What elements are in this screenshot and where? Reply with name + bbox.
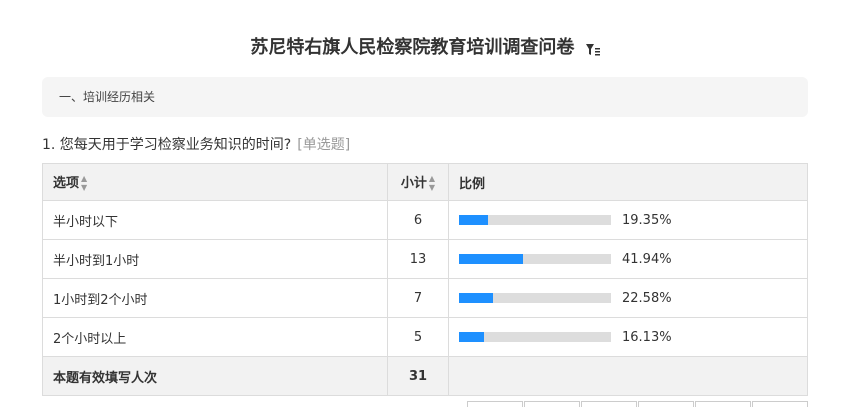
table-header-row: 选项 ▲ ▼ 小计 ▲ ▼ 比例 [42, 163, 808, 201]
question-text: 1. 您每天用于学习检察业务知识的时间? [42, 137, 292, 153]
sort-icon[interactable]: ▲ ▼ [81, 174, 87, 192]
percent-label: 41.94% [622, 251, 672, 267]
section-heading: 一、培训经历相关 [42, 77, 808, 117]
ratio-cell: 19.35% [448, 200, 808, 240]
ratio-cell: 16.13% [448, 317, 808, 357]
chart-type-tabs [467, 401, 809, 407]
option-column-header[interactable]: 选项 ▲ ▼ [42, 163, 388, 201]
total-label: 本题有效填写人次 [42, 356, 388, 396]
percent-label: 22.58% [622, 290, 672, 306]
progress-bar-track [459, 332, 611, 342]
percent-label: 19.35% [622, 212, 672, 228]
results-table: 选项 ▲ ▼ 小计 ▲ ▼ 比例 半小时以下 6 19.35% 半小时到1小时 … [42, 163, 808, 396]
progress-bar-track [459, 293, 611, 303]
survey-header: 苏尼特右旗人民检察院教育培训调查问卷 [0, 33, 851, 59]
count-cell: 13 [387, 239, 449, 279]
ratio-cell: 41.94% [448, 239, 808, 279]
chart-tab[interactable] [752, 401, 808, 407]
section-label: 一、培训经历相关 [59, 90, 156, 104]
chart-tab[interactable] [524, 401, 580, 407]
question-title: 1. 您每天用于学习检察业务知识的时间? [单选题] [42, 134, 350, 154]
progress-bar-track [459, 215, 611, 225]
ratio-header-label: 比例 [459, 176, 486, 192]
progress-bar-fill [459, 215, 489, 225]
count-header-label: 小计 [400, 175, 427, 191]
option-cell: 半小时以下 [42, 200, 388, 240]
chart-tab[interactable] [695, 401, 751, 407]
survey-report-page: 苏尼特右旗人民检察院教育培训调查问卷 一、培训经历相关 1. 您每天用于学习检察… [0, 0, 851, 407]
table-row: 2个小时以上 5 16.13% [42, 317, 808, 357]
table-row: 半小时到1小时 13 41.94% [42, 239, 808, 279]
chart-tab[interactable] [638, 401, 694, 407]
count-cell: 5 [387, 317, 449, 357]
progress-bar-fill [459, 254, 523, 264]
total-row: 本题有效填写人次 31 [42, 356, 808, 396]
total-count: 31 [387, 356, 449, 396]
count-cell: 7 [387, 278, 449, 318]
option-cell: 1小时到2个小时 [42, 278, 388, 318]
count-column-header[interactable]: 小计 ▲ ▼ [387, 163, 449, 201]
option-header-label: 选项 [53, 175, 80, 191]
progress-bar-fill [459, 332, 484, 342]
question-type: [单选题] [297, 137, 351, 153]
progress-bar-track [459, 254, 611, 264]
chart-tab[interactable] [581, 401, 637, 407]
total-empty-cell [448, 356, 808, 396]
progress-bar-fill [459, 293, 494, 303]
table-row: 半小时以下 6 19.35% [42, 200, 808, 240]
ratio-column-header: 比例 [448, 163, 808, 201]
sort-icon[interactable]: ▲ ▼ [429, 174, 435, 192]
option-cell: 半小时到1小时 [42, 239, 388, 279]
chart-tab[interactable] [467, 401, 523, 407]
count-cell: 6 [387, 200, 449, 240]
survey-title: 苏尼特右旗人民检察院教育培训调查问卷 [250, 37, 575, 58]
ratio-cell: 22.58% [448, 278, 808, 318]
option-cell: 2个小时以上 [42, 317, 388, 357]
filter-icon[interactable] [585, 41, 601, 56]
percent-label: 16.13% [622, 329, 672, 345]
table-row: 1小时到2个小时 7 22.58% [42, 278, 808, 318]
